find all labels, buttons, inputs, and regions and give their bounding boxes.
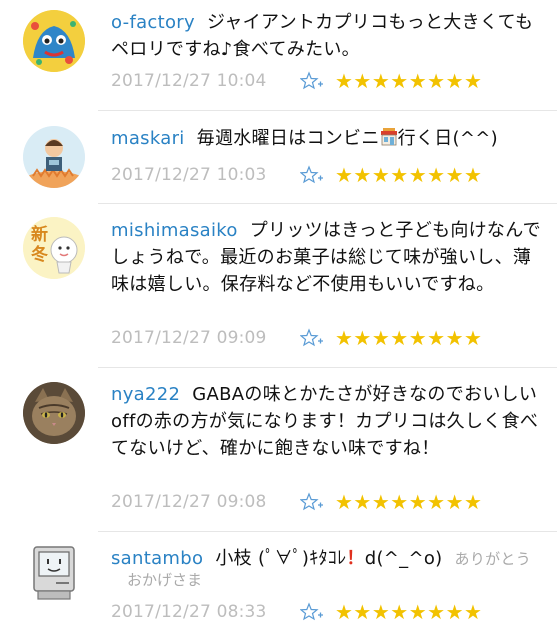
comment-body-cont: 行く日(^^): [397, 128, 498, 149]
star-rating: ★★★★★★★★: [335, 600, 483, 624]
tag-text: ありがとう: [454, 550, 532, 568]
star-rating: ★★★★★★★★: [335, 163, 483, 187]
divider: [98, 367, 557, 368]
star-rating: ★★★★★★★★: [335, 490, 483, 514]
timestamp[interactable]: 2017/12/27 09:08: [111, 492, 267, 512]
avatar-cat-icon[interactable]: [23, 382, 85, 444]
avatar-blue-character-icon[interactable]: [23, 10, 85, 72]
add-star-icon[interactable]: [299, 163, 325, 187]
exclamation-mark: ！: [346, 548, 365, 569]
avatar-computer-icon[interactable]: [28, 545, 80, 601]
username-link[interactable]: santambo: [111, 548, 203, 569]
comment-body: 小枝 (ﾟ∀ﾟ)ｷﾀｺﾚ: [215, 548, 347, 569]
add-star-icon[interactable]: [299, 490, 325, 514]
comment-body-cont: d(^_^o): [364, 548, 443, 569]
star-rating: ★★★★★★★★: [335, 69, 483, 93]
avatar-label: 新冬: [31, 225, 48, 265]
username-link[interactable]: mishimasaiko: [111, 220, 238, 241]
add-star-icon[interactable]: [299, 69, 325, 93]
convenience-store-emoji-icon: [380, 127, 397, 146]
divider: [98, 203, 557, 204]
divider: [98, 531, 557, 532]
star-rating: ★★★★★★★★: [335, 326, 483, 350]
divider: [98, 110, 557, 111]
add-star-icon[interactable]: [299, 600, 325, 624]
avatar-newyear-icon[interactable]: 新冬: [23, 217, 85, 279]
comment-text: o-factory ジャイアントカプリコもっと大きくてもペロリですね♪食べてみた…: [111, 9, 543, 63]
timestamp[interactable]: 2017/12/27 10:04: [111, 71, 267, 91]
timestamp[interactable]: 2017/12/27 10:03: [111, 165, 267, 185]
timestamp[interactable]: 2017/12/27 08:33: [111, 602, 267, 622]
comment-text: santambo 小枝 (ﾟ∀ﾟ)ｷﾀｺﾚ！d(^_^o) ありがとう: [111, 546, 543, 572]
username-link[interactable]: o-factory: [111, 12, 195, 33]
timestamp[interactable]: 2017/12/27 09:09: [111, 328, 267, 348]
username-link[interactable]: maskari: [111, 128, 185, 149]
tag-text-2: おかげさま: [127, 571, 203, 589]
comment-body: 毎週水曜日はコンビニ: [196, 128, 380, 149]
comment-text: nya222 GABAの味とかたさが好きなのでおいしいoffの赤の方が気になりま…: [111, 381, 543, 462]
username-link[interactable]: nya222: [111, 384, 180, 405]
add-star-icon[interactable]: [299, 326, 325, 350]
comment-text: maskari 毎週水曜日はコンビニ 行く日(^^): [111, 125, 543, 152]
comment-text: mishimasaiko プリッツはきっと子ども向けなんでしょうねで。最近のお菓…: [111, 217, 543, 298]
avatar-person-icon[interactable]: [23, 126, 85, 188]
